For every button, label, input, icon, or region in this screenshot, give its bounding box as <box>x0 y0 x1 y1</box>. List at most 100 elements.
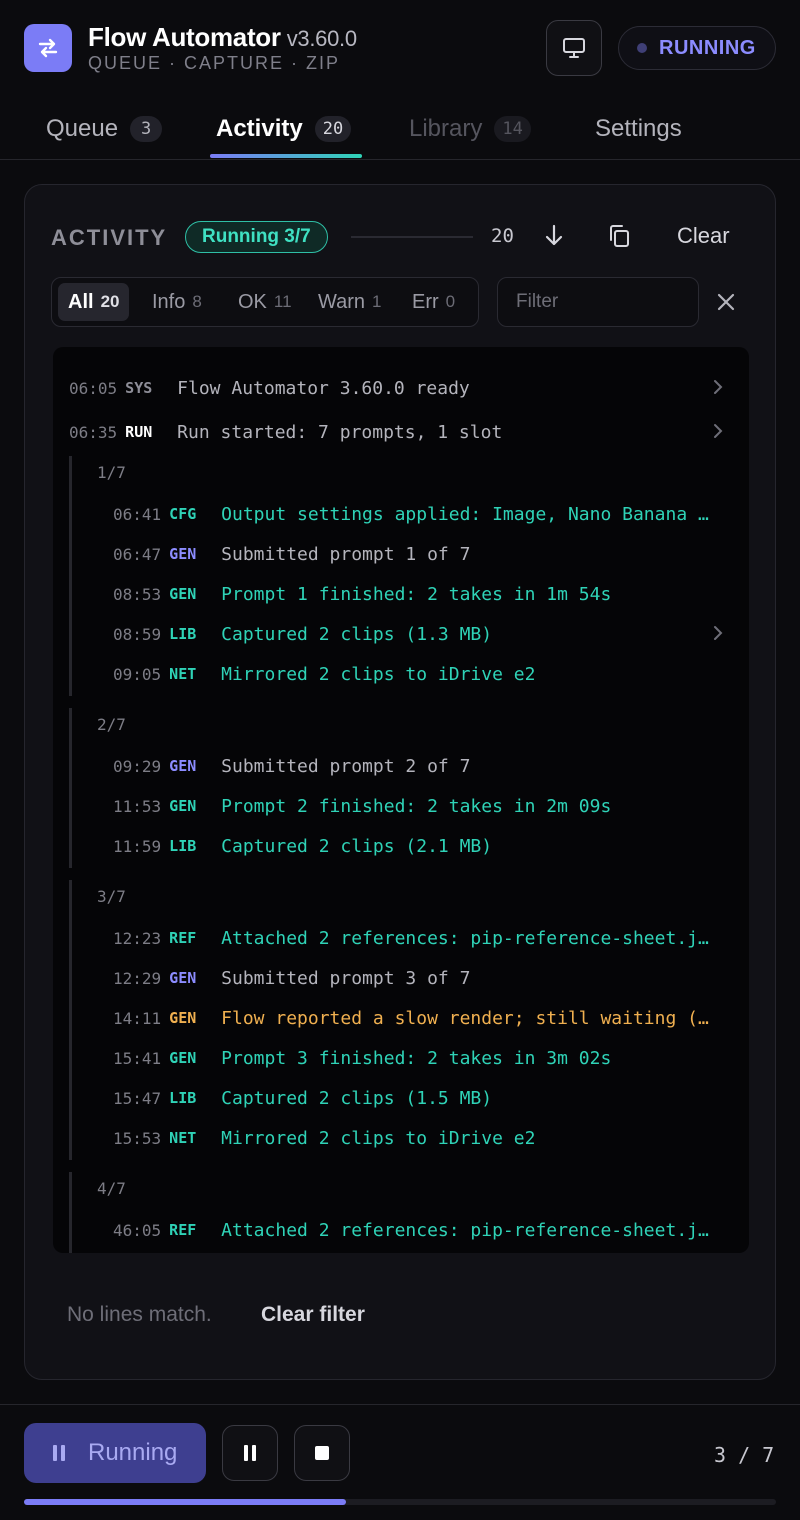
log-row[interactable]: 12:29 GEN Submitted prompt 3 of 7 <box>53 966 749 990</box>
log-message: Flow Automator 3.60.0 ready <box>177 377 470 399</box>
activity-line-count: 20 <box>491 225 514 247</box>
chevron-right-icon[interactable] <box>711 378 725 396</box>
running-button[interactable]: Running <box>24 1423 206 1483</box>
log-message: Submitted prompt 3 of 7 <box>221 967 471 989</box>
log-time: 11:53 <box>113 796 162 816</box>
log-message: Prompt 2 finished: 2 takes in 2m 09s <box>221 795 612 817</box>
log-message: Prompt 1 finished: 2 takes in 1m 54s <box>221 583 612 605</box>
activity-title: ACTIVITY <box>51 225 168 250</box>
log-time: 15:47 <box>113 1088 162 1108</box>
run-group-bar <box>69 456 72 696</box>
stop-button[interactable] <box>294 1425 350 1481</box>
log-message: Output settings applied: Image, Nano Ban… <box>221 503 718 525</box>
log-row[interactable]: 06:05 SYS Flow Automator 3.60.0 ready <box>53 376 749 400</box>
log-tag: GEN <box>169 1009 197 1027</box>
log-message: Attached 2 references: pip-reference-she… <box>221 927 718 949</box>
app-subtitle: QUEUE · CAPTURE · ZIP <box>88 53 341 73</box>
tab-settings[interactable]: Settings <box>595 100 682 158</box>
status-text: RUNNING <box>659 36 756 59</box>
log-row[interactable]: 06:35 RUN Run started: 7 prompts, 1 slot <box>53 420 749 444</box>
log-tag: NET <box>169 1129 197 1147</box>
close-icon[interactable] <box>715 291 737 313</box>
log-message: Prompt 3 finished: 2 takes in 3m 02s <box>221 1047 612 1069</box>
run-group-bar <box>69 880 72 1160</box>
app-version: v3.60.0 <box>286 26 357 51</box>
log-time: 11:59 <box>113 836 162 856</box>
tab-queue[interactable]: Queue 3 <box>46 100 163 158</box>
progress-bar <box>24 1499 776 1505</box>
activity-log[interactable]: 06:05 SYS Flow Automator 3.60.0 ready 06:35… <box>53 347 749 1253</box>
pause-icon <box>244 1445 256 1461</box>
run-group-label: 2/7 <box>97 715 126 734</box>
log-tag: SYS <box>125 379 153 397</box>
filter-label: Warn <box>318 290 366 313</box>
log-tag: GEN <box>169 1049 197 1067</box>
filter-ok[interactable]: OK 11 <box>228 283 302 321</box>
filter-warn[interactable]: Warn 1 <box>308 283 392 321</box>
filter-label: Err <box>412 290 439 313</box>
filter-count: 11 <box>273 292 292 311</box>
filter-count: 1 <box>372 292 382 311</box>
clear-filter-button[interactable]: Clear filter <box>261 1303 365 1327</box>
filter-label: All <box>68 290 94 313</box>
running-label: Running <box>88 1439 178 1466</box>
log-tag: NET <box>169 665 197 683</box>
log-time: 46:05 <box>113 1220 162 1240</box>
log-row[interactable]: 15:53 NET Mirrored 2 clips to iDrive e2 <box>53 1126 749 1150</box>
log-row[interactable]: 08:53 GEN Prompt 1 finished: 2 takes in 1m… <box>53 582 749 606</box>
run-group-label: 4/7 <box>97 1179 126 1198</box>
log-row[interactable]: 08:59 LIB Captured 2 clips (1.3 MB) <box>53 622 749 646</box>
log-tag: GEN <box>169 797 197 815</box>
log-message: Flow reported a slow render; still waiti… <box>221 1007 718 1029</box>
filter-input[interactable] <box>497 277 699 327</box>
status-dot-icon <box>637 43 647 53</box>
clear-log-button[interactable]: Clear <box>677 223 730 249</box>
log-row[interactable]: 46:05 REF Attached 2 references: pip-refer… <box>53 1218 749 1242</box>
running-progress-badge: Running 3/7 <box>185 221 328 253</box>
log-time: 12:23 <box>113 928 162 948</box>
log-message: Captured 2 clips (1.5 MB) <box>221 1087 493 1109</box>
tab-count-badge: 3 <box>130 116 163 142</box>
log-row[interactable]: 09:29 GEN Submitted prompt 2 of 7 <box>53 754 749 778</box>
filter-count: 0 <box>445 292 456 311</box>
log-row[interactable]: 12:23 REF Attached 2 references: pip-refer… <box>53 926 749 950</box>
log-time: 09:29 <box>113 756 162 776</box>
filter-all[interactable]: All 20 <box>58 283 130 321</box>
log-tag: GEN <box>169 585 197 603</box>
log-row[interactable]: 15:41 GEN Prompt 3 finished: 2 takes in 3m… <box>53 1046 749 1070</box>
log-tag: REF <box>169 929 197 947</box>
tab-count-badge: 14 <box>494 116 531 142</box>
log-row[interactable]: 11:53 GEN Prompt 2 finished: 2 takes in 2m… <box>53 794 749 818</box>
log-time: 08:53 <box>113 584 162 604</box>
tab-library[interactable]: Library 14 <box>409 100 531 158</box>
filter-err[interactable]: Err 0 <box>402 283 465 321</box>
tab-activity[interactable]: Activity 20 <box>216 100 352 158</box>
log-row[interactable]: 09:05 NET Mirrored 2 clips to iDrive e2 <box>53 662 749 686</box>
status-badge: RUNNING <box>618 26 776 70</box>
filter-label: OK <box>238 290 267 313</box>
filter-info[interactable]: Info 8 <box>142 283 212 321</box>
log-row[interactable]: 11:59 LIB Captured 2 clips (2.1 MB) <box>53 834 749 858</box>
log-tag: RUN <box>125 423 153 441</box>
log-tag: LIB <box>169 837 197 855</box>
copy-icon[interactable] <box>607 223 631 249</box>
log-row[interactable]: 14:11 GEN Flow reported a slow render; sti… <box>53 1006 749 1030</box>
display-toggle-button[interactable] <box>546 20 602 76</box>
log-message: Mirrored 2 clips to iDrive e2 <box>221 663 536 685</box>
log-message: Submitted prompt 2 of 7 <box>221 755 471 777</box>
log-time: 06:41 <box>113 504 162 524</box>
tab-label: Queue <box>46 115 119 142</box>
pause-button[interactable] <box>222 1425 278 1481</box>
scroll-to-bottom-icon[interactable] <box>543 223 565 249</box>
run-group-bar <box>69 708 72 868</box>
log-time: 06:05 <box>69 378 118 398</box>
chevron-right-icon[interactable] <box>711 422 725 440</box>
progress-text: 3 / 7 <box>714 1443 775 1467</box>
log-row[interactable]: 15:47 LIB Captured 2 clips (1.5 MB) <box>53 1086 749 1110</box>
log-time: 15:41 <box>113 1048 162 1068</box>
log-row[interactable]: 06:41 CFG Output settings applied: Image, … <box>53 502 749 526</box>
log-tag: CFG <box>169 505 197 523</box>
log-row[interactable]: 06:47 GEN Submitted prompt 1 of 7 <box>53 542 749 566</box>
chevron-right-icon[interactable] <box>711 624 725 642</box>
level-filter-segmented: All 20 Info 8 OK 11 Warn 1 Err 0 <box>51 277 479 327</box>
